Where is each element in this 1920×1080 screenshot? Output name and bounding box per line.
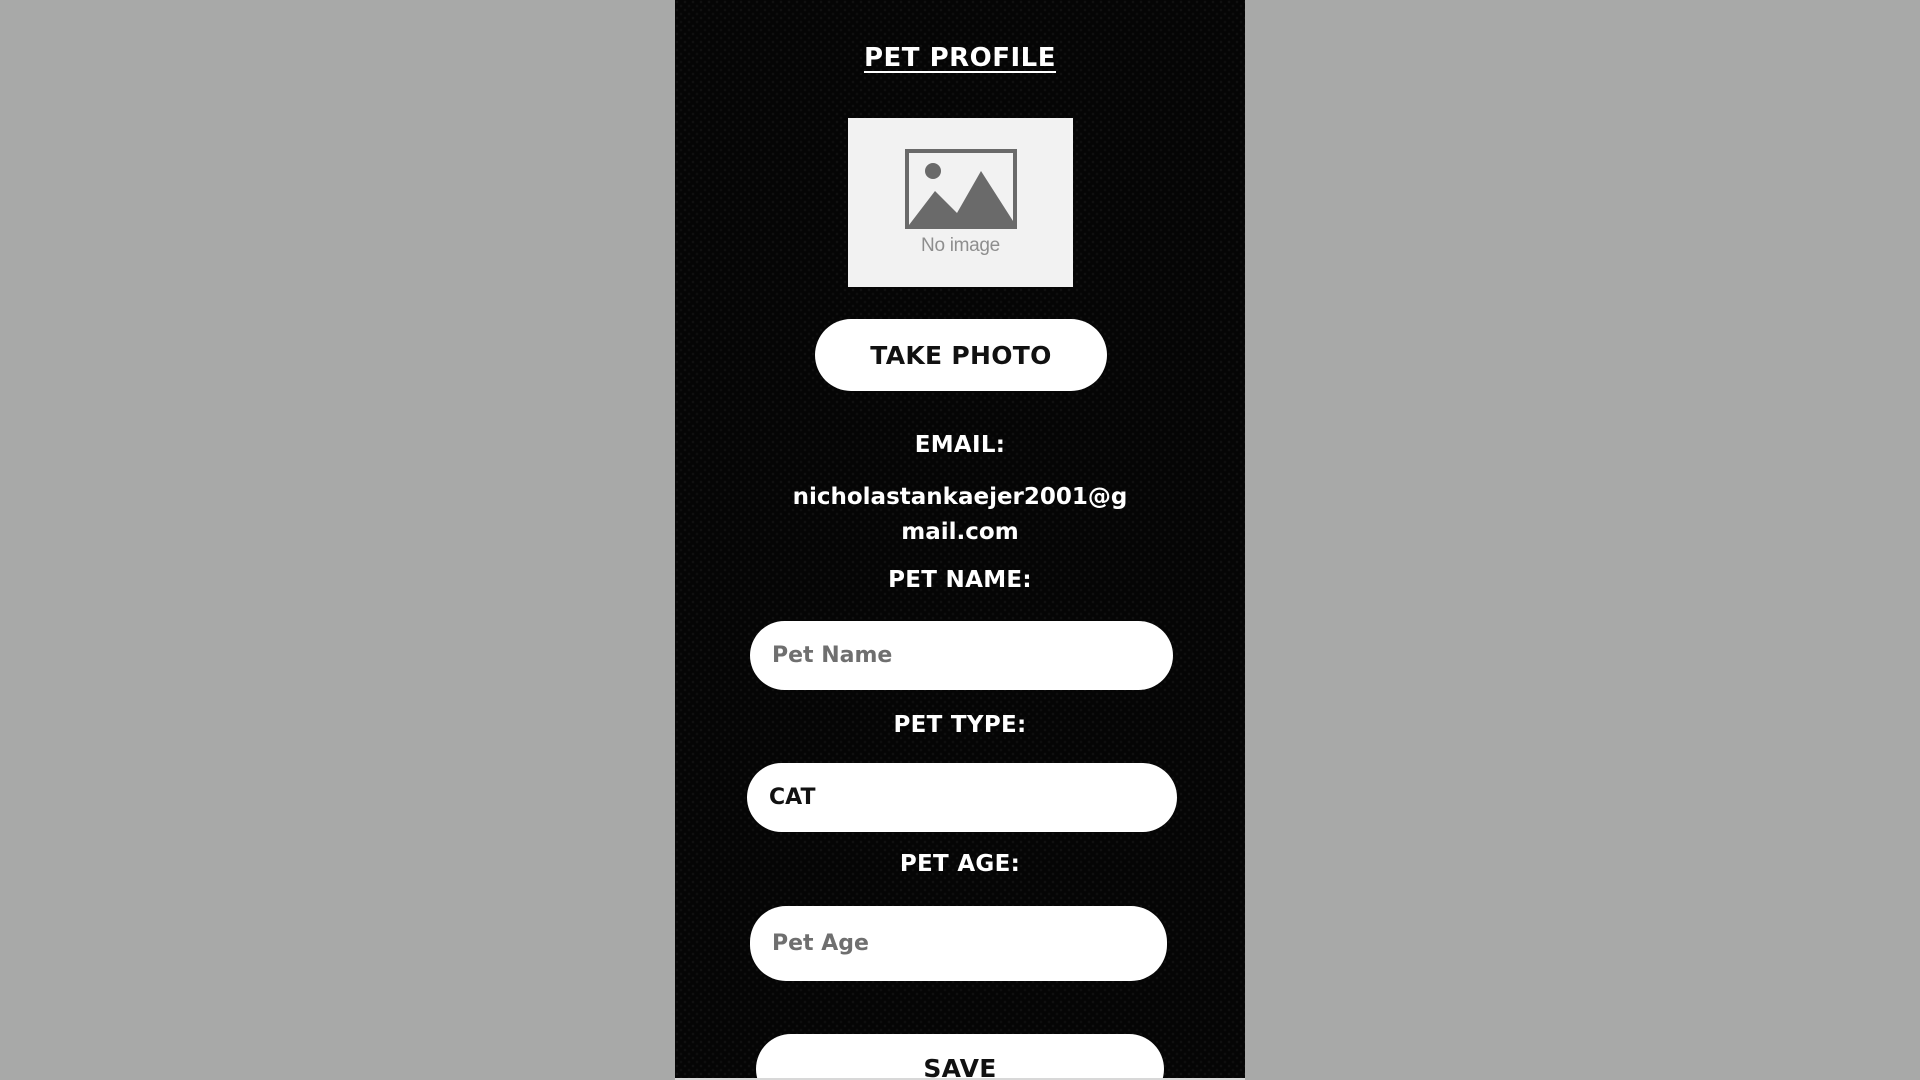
- take-photo-button[interactable]: TAKE PHOTO: [815, 319, 1107, 391]
- app-window: PET PROFILE No image TAKE PHOTO EMAIL: n…: [0, 0, 1920, 1080]
- pet-name-field[interactable]: [750, 621, 1173, 690]
- pet-age-input[interactable]: [772, 931, 1167, 956]
- pet-age-label: PET AGE:: [899, 851, 1021, 877]
- pet-name-input[interactable]: [772, 643, 1173, 668]
- email-label: EMAIL:: [914, 432, 1006, 458]
- no-image-text: No image: [921, 234, 1000, 256]
- pet-type-label: PET TYPE:: [893, 712, 1027, 738]
- pet-photo-placeholder: No image: [848, 118, 1073, 287]
- phone-screen: PET PROFILE No image TAKE PHOTO EMAIL: n…: [675, 0, 1245, 1080]
- email-value: nicholastankaejer2001@gmail.com: [792, 484, 1128, 545]
- pet-type-field[interactable]: [747, 763, 1177, 832]
- pet-age-field[interactable]: [750, 906, 1167, 981]
- pet-type-input[interactable]: [769, 785, 1177, 810]
- pet-name-label: PET NAME:: [888, 567, 1032, 593]
- image-placeholder-icon: [904, 148, 1017, 229]
- page-title: PET PROFILE: [863, 43, 1057, 73]
- save-button[interactable]: SAVE: [756, 1034, 1164, 1080]
